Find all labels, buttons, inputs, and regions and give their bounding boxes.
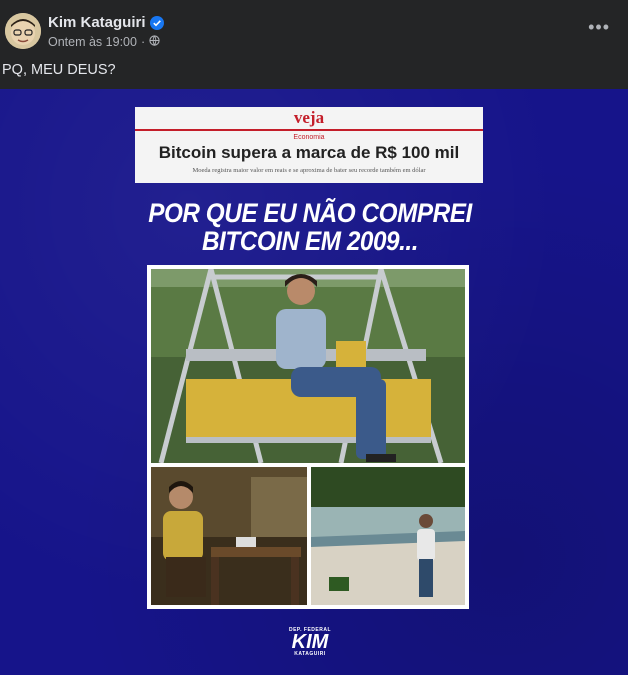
headline-line-2: BITCOIN EM 2009...	[201, 226, 419, 256]
meta-separator: ·	[140, 35, 146, 49]
photo-collage	[147, 265, 469, 609]
news-title: Bitcoin supera a marca de R$ 100 mil	[158, 143, 460, 162]
author-name[interactable]: Kim Kataguiri	[48, 14, 146, 31]
more-options-button[interactable]: •••	[588, 18, 610, 36]
post-image[interactable]: veja Economia Bitcoin supera a marca de …	[0, 89, 628, 675]
kim-kataguiri-logo: DEP. FEDERAL KIM KATAGUIRI	[270, 627, 350, 657]
post-header: Kim Kataguiri Ontem às 19:00 · •••	[0, 0, 628, 56]
photo-pool-scene	[311, 467, 465, 605]
verified-badge-icon	[149, 15, 164, 30]
post-caption: PQ, MEU DEUS?	[2, 62, 116, 78]
news-brand-logo: veja	[135, 107, 483, 131]
photo-swing-scene	[151, 269, 465, 463]
headline-line-1: POR QUE EU NÃO COMPREI	[148, 198, 472, 228]
news-clipping: veja Economia Bitcoin supera a marca de …	[135, 107, 483, 183]
avatar[interactable]	[5, 13, 41, 49]
footer-name: KIM	[291, 631, 329, 653]
footer-surname: KATAGUIRI	[294, 651, 326, 657]
photo-kitchen-scene	[151, 467, 307, 605]
author-name-row: Kim Kataguiri	[48, 14, 164, 31]
meme-headline: POR QUE EU NÃO COMPREI BITCOIN EM 2009..…	[139, 199, 481, 255]
post-timestamp[interactable]: Ontem às 19:00	[48, 35, 137, 49]
post-meta: Ontem às 19:00 ·	[48, 35, 160, 49]
globe-icon[interactable]	[149, 35, 160, 49]
news-subtitle: Moeda registra maior valor em reais e se…	[192, 167, 426, 174]
news-section: Economia	[293, 134, 325, 141]
